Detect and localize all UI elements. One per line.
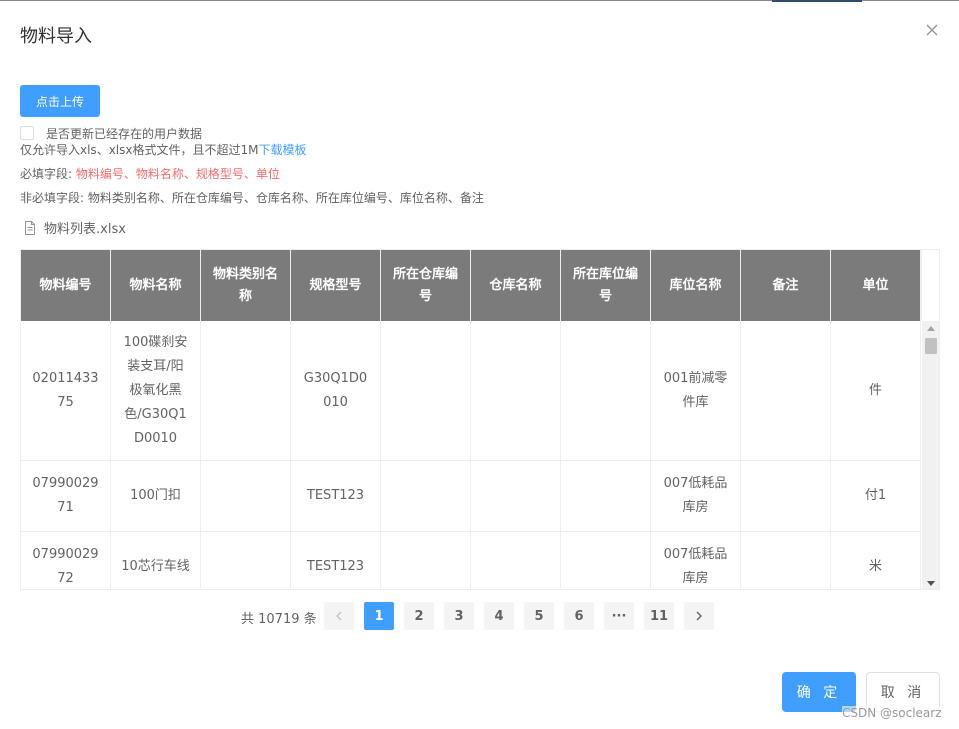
- table-cell: [201, 321, 291, 460]
- chevron-right-icon: [696, 611, 702, 621]
- table-cell: 0201143375: [21, 321, 111, 460]
- column-header: 单位: [831, 250, 921, 321]
- column-header: 物料名称: [111, 250, 201, 321]
- required-prefix: 必填字段:: [20, 167, 76, 181]
- table-cell: [201, 461, 291, 531]
- update-existing-checkbox[interactable]: [20, 126, 34, 140]
- chevron-left-icon: [336, 611, 342, 621]
- table-cell: [381, 461, 471, 531]
- download-template-link[interactable]: 下载模板: [258, 143, 306, 157]
- file-name: 物料列表.xlsx: [44, 222, 126, 237]
- more-pages-button[interactable]: ···: [604, 602, 634, 630]
- table-cell: 100碟刹安装支耳/阳极氧化黑色/G30Q1D0010: [111, 321, 201, 460]
- table-header: 物料编号 物料名称 物料类别名称 规格型号 所在仓库编号 仓库名称 所在库位编号…: [21, 250, 921, 321]
- table-cell: 件: [831, 321, 921, 460]
- uploaded-file[interactable]: 物料列表.xlsx: [24, 218, 126, 237]
- table-row[interactable]: 0799002972 10芯行车线 TEST123 007低耗品库房 米: [21, 532, 922, 589]
- table-cell: [201, 532, 291, 589]
- page-button[interactable]: 3: [444, 602, 474, 630]
- format-tip: 仅允许导入xls、xlsx格式文件，且不超过1M下载模板: [20, 141, 306, 158]
- required-fields-tip: 必填字段: 物料编号、物料名称、规格型号、单位: [20, 165, 280, 182]
- table-cell: 付1: [831, 461, 921, 531]
- table-cell: [741, 532, 831, 589]
- format-tip-text: 仅允许导入xls、xlsx格式文件，且不超过1M: [20, 143, 259, 157]
- table-cell: TEST123: [291, 532, 381, 589]
- column-header: 规格型号: [291, 250, 381, 321]
- update-existing-row[interactable]: 是否更新已经存在的用户数据: [20, 125, 202, 141]
- optional-fields-tip: 非必填字段: 物料类别名称、所在仓库编号、仓库名称、所在库位编号、库位名称、备注: [20, 191, 484, 205]
- update-existing-label: 是否更新已经存在的用户数据: [46, 126, 203, 141]
- column-header: 物料编号: [21, 250, 111, 321]
- table-cell: 100门扣: [111, 461, 201, 531]
- table-cell: [561, 532, 651, 589]
- page-button[interactable]: 4: [484, 602, 514, 630]
- table-cell: [471, 461, 561, 531]
- column-header: 所在库位编号: [561, 250, 651, 321]
- table-cell: [561, 321, 651, 460]
- table-cell: [471, 321, 561, 460]
- column-header: 物料类别名称: [201, 250, 291, 321]
- table-cell: [561, 461, 651, 531]
- page-button[interactable]: 6: [564, 602, 594, 630]
- column-header: 仓库名称: [471, 250, 561, 321]
- table-cell: [381, 321, 471, 460]
- table-cell: 米: [831, 532, 921, 589]
- close-icon[interactable]: [922, 20, 942, 40]
- upload-button[interactable]: 点击上传: [20, 85, 100, 117]
- table-cell: 007低耗品库房: [651, 532, 741, 589]
- table-cell: [741, 461, 831, 531]
- pagination: 共 10719 条 1 2 3 4 5 6 ··· 11: [0, 602, 959, 630]
- column-header: 库位名称: [651, 250, 741, 321]
- table-cell: 10芯行车线: [111, 532, 201, 589]
- table-cell: TEST123: [291, 461, 381, 531]
- table-row[interactable]: 0799002971 100门扣 TEST123 007低耗品库房 付1: [21, 461, 922, 532]
- scroll-up-arrow-icon[interactable]: [922, 321, 939, 335]
- table-vertical-scrollbar[interactable]: [922, 321, 939, 589]
- table-cell: [381, 532, 471, 589]
- table-cell: 0799002972: [21, 532, 111, 589]
- document-icon: [25, 220, 35, 235]
- header-gutter: [921, 250, 939, 321]
- preview-table: 物料编号 物料名称 物料类别名称 规格型号 所在仓库编号 仓库名称 所在库位编号…: [20, 249, 940, 590]
- next-page-button[interactable]: [684, 602, 714, 630]
- page-button[interactable]: 11: [644, 602, 674, 630]
- scroll-down-arrow-icon[interactable]: [922, 576, 939, 589]
- table-cell: [741, 321, 831, 460]
- pagination-total: 共 10719 条: [241, 612, 317, 627]
- table-cell: 007低耗品库房: [651, 461, 741, 531]
- table-row[interactable]: 0201143375 100碟刹安装支耳/阳极氧化黑色/G30Q1D0010 G…: [21, 321, 922, 461]
- dialog-title: 物料导入: [20, 26, 92, 47]
- page-button[interactable]: 1: [364, 602, 394, 630]
- page-button[interactable]: 2: [404, 602, 434, 630]
- table-cell: 0799002971: [21, 461, 111, 531]
- scroll-thumb[interactable]: [925, 338, 937, 354]
- table-cell: [471, 532, 561, 589]
- top-accent-bar: [772, 0, 862, 2]
- column-header: 备注: [741, 250, 831, 321]
- watermark: CSDN @soclearz: [842, 706, 942, 720]
- required-fields-list: 物料编号、物料名称、规格型号、单位: [75, 167, 280, 181]
- table-body: 0201143375 100碟刹安装支耳/阳极氧化黑色/G30Q1D0010 G…: [21, 321, 922, 589]
- prev-page-button[interactable]: [324, 602, 354, 630]
- page-button[interactable]: 5: [524, 602, 554, 630]
- table-cell: G30Q1D0010: [291, 321, 381, 460]
- column-header: 所在仓库编号: [381, 250, 471, 321]
- table-cell: 001前减零件库: [651, 321, 741, 460]
